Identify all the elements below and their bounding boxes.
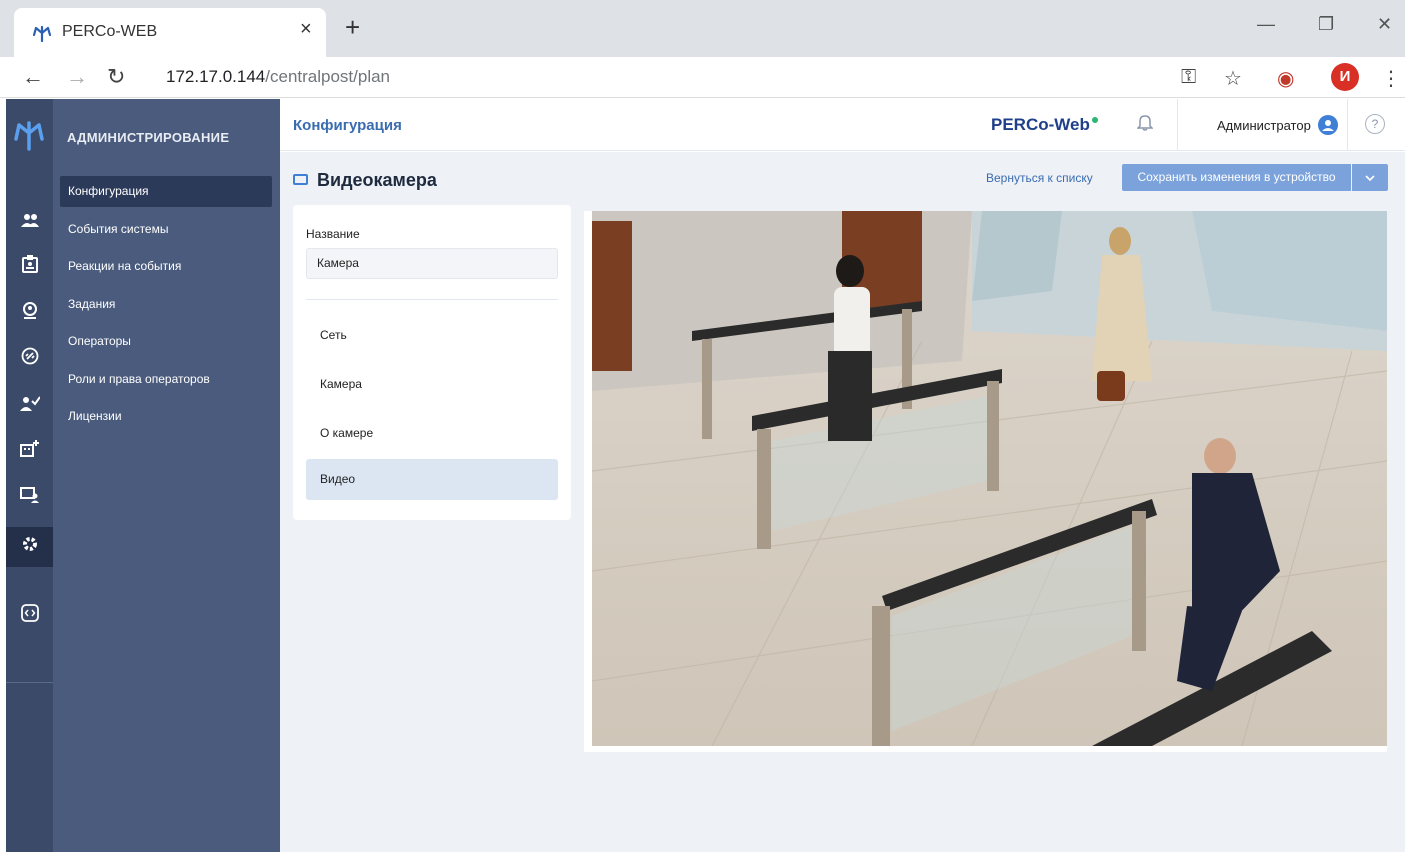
sidebar: АДМИНИСТРИРОВАНИЕ Конфигурация События с… bbox=[53, 99, 280, 852]
sidebar-item-operators[interactable]: Операторы bbox=[60, 326, 272, 357]
profile-avatar[interactable]: И bbox=[1331, 63, 1359, 91]
device-settings-card: Название Камера Сеть Камера О камере Вид… bbox=[293, 205, 571, 520]
user-check-icon[interactable] bbox=[6, 385, 53, 425]
sidebar-item-system-events[interactable]: События системы bbox=[60, 214, 272, 245]
content-area: Видеокамера Вернуться к списку Сохранить… bbox=[280, 152, 1405, 852]
brand-logo: PERCo-Web bbox=[991, 115, 1098, 135]
icon-rail bbox=[6, 99, 53, 852]
menu-item-network[interactable]: Сеть bbox=[306, 315, 558, 356]
browser-tab-bar: PERCo-WEB × + — ❐ ✕ bbox=[0, 0, 1405, 57]
page-title: Видеокамера bbox=[293, 170, 437, 191]
perco-logo-icon[interactable] bbox=[10, 115, 48, 153]
perco-logo-icon bbox=[32, 25, 52, 43]
reload-icon[interactable]: ↻ bbox=[107, 64, 125, 90]
restore-icon[interactable]: ❐ bbox=[1318, 14, 1334, 35]
section-title: Конфигурация bbox=[293, 117, 402, 134]
browser-tab[interactable]: PERCo-WEB × bbox=[14, 8, 326, 57]
sidebar-item-licenses[interactable]: Лицензии bbox=[60, 401, 272, 432]
back-arrow-icon[interactable]: ← bbox=[22, 64, 44, 90]
sidebar-heading: АДМИНИСТРИРОВАНИЕ bbox=[67, 130, 230, 145]
sidebar-item-roles[interactable]: Роли и права операторов bbox=[60, 364, 272, 395]
menu-item-about-camera[interactable]: О камере bbox=[306, 413, 558, 454]
link-icon[interactable] bbox=[6, 339, 53, 379]
user-avatar-icon[interactable] bbox=[1318, 115, 1338, 135]
forward-arrow-icon[interactable]: → bbox=[66, 64, 88, 90]
user-name[interactable]: Администратор bbox=[1217, 118, 1311, 133]
app-header: Конфигурация PERCo-Web Администратор ? bbox=[280, 99, 1405, 151]
name-input[interactable]: Камера bbox=[306, 248, 558, 279]
save-to-device-button[interactable]: Сохранить изменения в устройство bbox=[1122, 164, 1351, 191]
chevron-down-icon bbox=[1365, 175, 1375, 182]
url-field[interactable]: 172.17.0.144/centralpost/plan bbox=[166, 67, 390, 87]
minimize-icon[interactable]: — bbox=[1257, 14, 1275, 35]
monitor-user-icon[interactable] bbox=[6, 477, 53, 517]
rail-divider bbox=[6, 682, 53, 683]
card-divider bbox=[306, 299, 558, 300]
address-bar: ← → ↻ 172.17.0.144/centralpost/plan ⚿ ☆ … bbox=[0, 57, 1405, 98]
sidebar-item-tasks[interactable]: Задания bbox=[60, 289, 272, 320]
new-tab-icon[interactable]: + bbox=[345, 14, 360, 40]
help-icon[interactable]: ? bbox=[1365, 114, 1385, 134]
menu-item-camera[interactable]: Камера bbox=[306, 364, 558, 405]
camera-video-feed[interactable] bbox=[592, 211, 1387, 746]
star-icon[interactable]: ☆ bbox=[1224, 66, 1242, 91]
code-icon[interactable] bbox=[6, 596, 53, 636]
building-plus-icon[interactable] bbox=[6, 431, 53, 471]
menu-dots-icon[interactable]: ⋮ bbox=[1381, 66, 1401, 91]
camera-icon bbox=[293, 173, 308, 185]
name-label: Название bbox=[306, 227, 360, 241]
bell-icon[interactable] bbox=[1136, 114, 1154, 136]
id-card-icon[interactable] bbox=[6, 247, 53, 287]
video-panel bbox=[584, 211, 1387, 752]
gear-icon[interactable] bbox=[6, 527, 53, 567]
close-tab-icon[interactable]: × bbox=[300, 18, 312, 41]
tab-title: PERCo-WEB bbox=[62, 23, 158, 40]
users-icon[interactable] bbox=[6, 201, 53, 241]
key-icon[interactable]: ⚿ bbox=[1181, 66, 1196, 89]
extension-icon[interactable]: ◉ bbox=[1277, 66, 1294, 91]
sidebar-item-configuration[interactable]: Конфигурация bbox=[60, 176, 272, 207]
close-window-icon[interactable]: ✕ bbox=[1377, 14, 1392, 35]
sidebar-item-event-reactions[interactable]: Реакции на события bbox=[60, 251, 272, 282]
visitor-icon[interactable] bbox=[6, 293, 53, 333]
menu-item-video[interactable]: Видео bbox=[306, 459, 558, 500]
save-options-dropdown[interactable] bbox=[1352, 164, 1388, 191]
back-to-list-link[interactable]: Вернуться к списку bbox=[986, 171, 1093, 185]
